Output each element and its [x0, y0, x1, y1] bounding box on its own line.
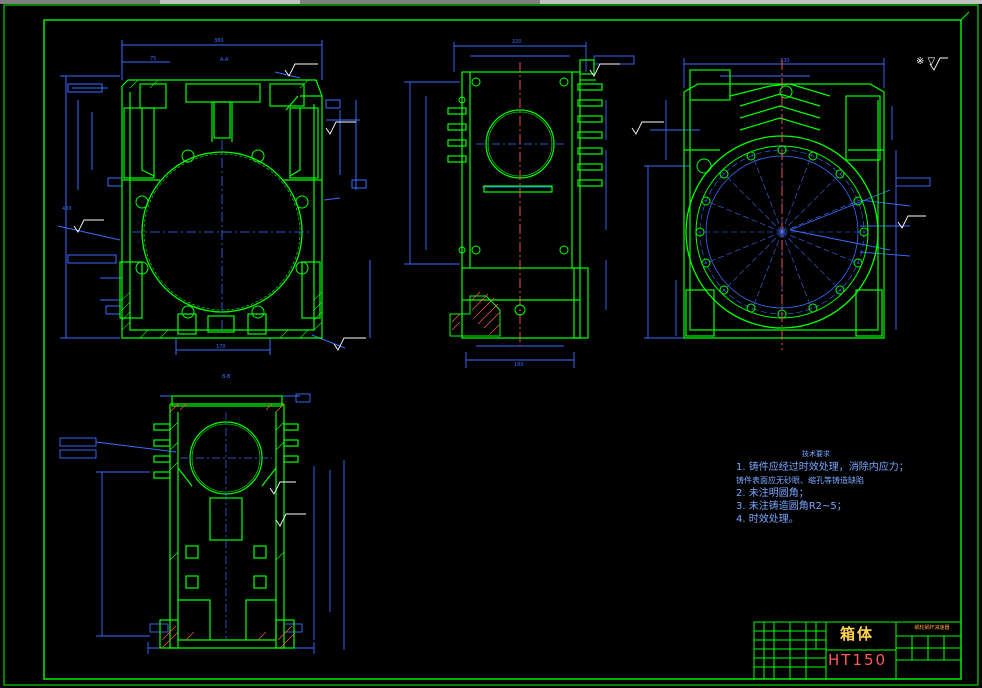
svg-text:380: 380	[214, 38, 224, 44]
drawing-canvas[interactable]: 380 75 A-A 170 400 220 180 330 B-B	[0, 0, 982, 688]
svg-text:400: 400	[62, 206, 72, 212]
svg-text:330: 330	[780, 58, 790, 64]
technical-requirements: 技术要求 1. 铸件应经过时效处理，消除内应力； 铸件表面应无砂眼、缩孔等铸造缺…	[736, 448, 909, 526]
svg-text:170: 170	[216, 344, 226, 350]
tech-item: 2. 未注明圆角；	[736, 488, 809, 499]
material: HT150	[828, 651, 888, 669]
outer-frame	[3, 4, 979, 686]
svg-text:220: 220	[512, 39, 522, 45]
view-side: 220 180	[404, 39, 635, 368]
view-front: 330	[631, 57, 948, 350]
svg-text:75: 75	[150, 56, 156, 62]
tech-item: 3. 未注铸造圆角R2~5；	[736, 501, 847, 512]
tech-requirements-title: 技术要求	[802, 450, 830, 458]
cad-viewport[interactable]: 380 75 A-A 170 400 220 180 330 B-B ※ ▽ 技…	[0, 0, 982, 688]
part-name: 箱体	[840, 625, 875, 643]
tech-item: 1. 铸件应经过时效处理，消除内应力；	[736, 462, 909, 473]
section-b-label: B-B	[222, 374, 231, 380]
project-title: 蜗轮蜗杆减速器	[914, 625, 950, 631]
tech-item: 铸件表面应无砂眼、缩孔等铸造缺陷	[736, 476, 864, 485]
view-section-b: B-B	[59, 374, 345, 654]
view-section-a: 380 75 A-A 170 400	[57, 38, 371, 355]
roughness-symbol: ※ ▽	[916, 56, 936, 67]
svg-text:180: 180	[514, 362, 524, 368]
tech-item: 4. 时效处理。	[736, 514, 799, 525]
section-a-label: A-A	[220, 57, 229, 63]
